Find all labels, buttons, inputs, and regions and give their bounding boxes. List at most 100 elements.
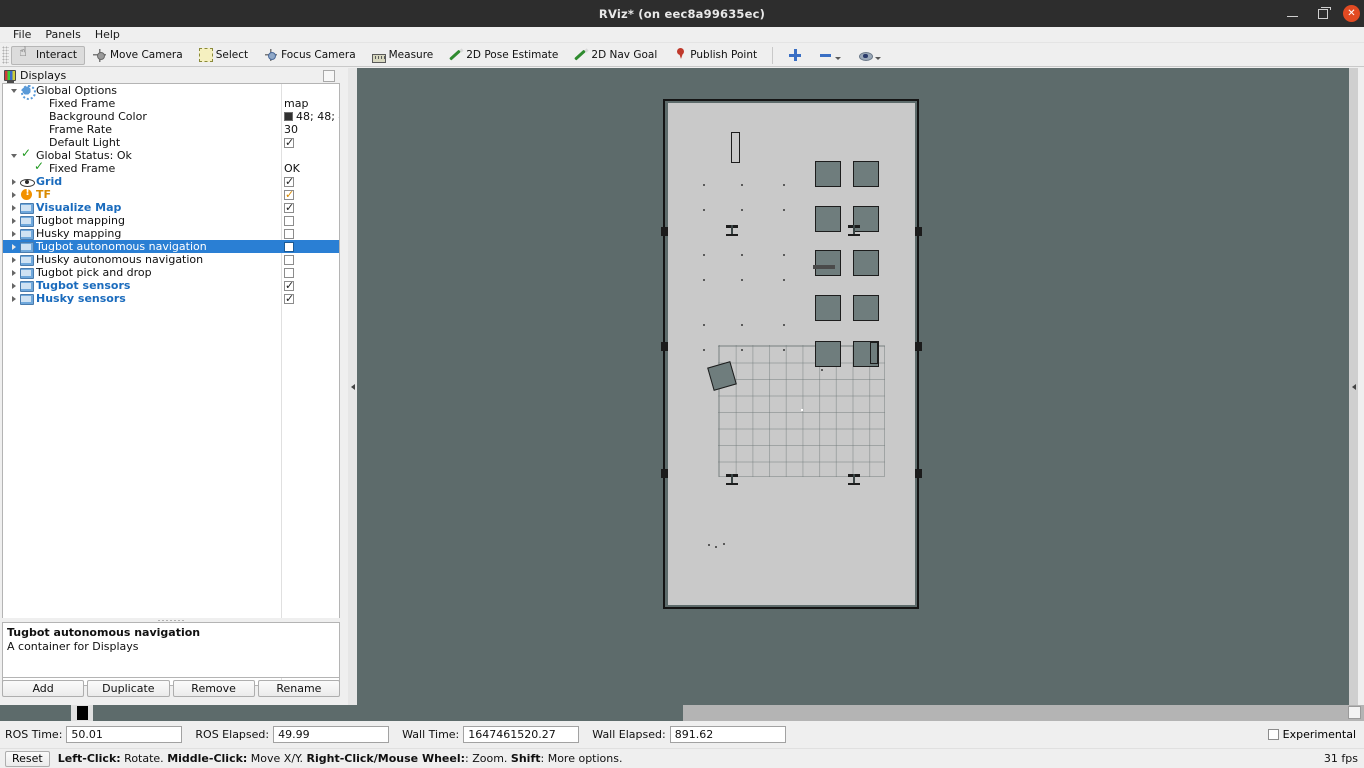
chevron-right-icon[interactable] bbox=[8, 175, 20, 188]
color-swatch[interactable] bbox=[284, 112, 293, 121]
tree-row-checkbox[interactable] bbox=[284, 279, 294, 292]
display-tree-row[interactable]: Global Options bbox=[3, 84, 339, 100]
chevron-right-icon[interactable] bbox=[8, 227, 20, 240]
tree-row-value[interactable] bbox=[284, 136, 294, 149]
tree-row-value[interactable] bbox=[284, 175, 294, 188]
ros-time-field[interactable]: 50.01 bbox=[66, 726, 183, 743]
menu-panels[interactable]: Panels bbox=[38, 27, 87, 42]
display-tree-row[interactable]: TF bbox=[3, 187, 339, 201]
tree-row-checkbox[interactable] bbox=[284, 136, 294, 149]
horizontal-scrollbar[interactable] bbox=[0, 705, 1364, 721]
chevron-down-icon[interactable] bbox=[835, 49, 842, 61]
tree-row-checkbox[interactable] bbox=[284, 254, 294, 265]
display-tree-row[interactable]: Global Status: Ok bbox=[3, 146, 339, 162]
tree-row-value[interactable] bbox=[284, 292, 294, 305]
reset-button[interactable]: Reset bbox=[5, 750, 50, 767]
chevron-right-icon[interactable] bbox=[8, 253, 20, 266]
close-button[interactable]: ✕ bbox=[1343, 5, 1360, 22]
display-tree-row[interactable]: Tugbot pick and drop bbox=[3, 266, 339, 279]
tree-row-value[interactable] bbox=[284, 254, 294, 265]
left-panel-splitter[interactable] bbox=[348, 68, 357, 705]
chevron-right-icon[interactable] bbox=[8, 201, 20, 214]
publish-point-pin-icon bbox=[673, 48, 687, 62]
chevron-right-icon[interactable] bbox=[8, 266, 20, 279]
tree-row-value[interactable] bbox=[284, 228, 294, 239]
display-tree-row[interactable]: Tugbot sensors bbox=[3, 279, 339, 292]
menu-help[interactable]: Help bbox=[88, 27, 127, 42]
chevron-right-icon[interactable] bbox=[8, 214, 20, 227]
scrollbar-trough-right[interactable] bbox=[93, 705, 683, 721]
experimental-checkbox[interactable] bbox=[1267, 729, 1279, 740]
tool-measure[interactable]: Measure bbox=[364, 46, 442, 65]
remove-tool-button[interactable] bbox=[810, 46, 850, 65]
map-noise-speck bbox=[703, 349, 705, 351]
tree-row-checkbox[interactable] bbox=[284, 228, 294, 239]
tree-row-value[interactable] bbox=[284, 279, 294, 292]
folder-icon bbox=[20, 292, 34, 305]
display-tree-row[interactable]: Default Light bbox=[3, 136, 339, 150]
view-tool-button[interactable] bbox=[850, 46, 890, 65]
tool-2d-pose-estimate[interactable]: 2D Pose Estimate bbox=[441, 46, 566, 65]
chevron-right-icon[interactable] bbox=[8, 188, 20, 201]
tree-row-value[interactable] bbox=[284, 201, 294, 214]
panel-float-button[interactable] bbox=[1348, 706, 1361, 719]
tree-no-arrow bbox=[21, 123, 33, 136]
wall-time-field[interactable]: 1647461520.27 bbox=[463, 726, 580, 743]
wall-elapsed-field[interactable]: 891.62 bbox=[669, 726, 786, 743]
tree-no-icon bbox=[33, 97, 46, 110]
display-tree-row[interactable]: Husky mapping bbox=[3, 227, 339, 240]
chevron-down-icon[interactable] bbox=[875, 49, 882, 61]
tree-row-checkbox[interactable] bbox=[284, 292, 294, 305]
display-tree-row[interactable]: Grid bbox=[3, 175, 339, 188]
tool-interact[interactable]: Interact bbox=[11, 45, 85, 65]
rename-display-button[interactable]: Rename bbox=[257, 680, 340, 697]
display-tree-row[interactable]: Frame Rate 30 bbox=[3, 123, 339, 136]
remove-display-button[interactable]: Remove bbox=[172, 680, 255, 697]
chevron-right-icon[interactable] bbox=[8, 240, 20, 253]
chevron-down-icon[interactable] bbox=[8, 84, 20, 97]
tree-row-value[interactable] bbox=[284, 241, 294, 252]
display-tree-row[interactable]: Fixed Frame map bbox=[3, 97, 339, 110]
tree-row-checkbox[interactable] bbox=[284, 241, 294, 252]
tree-row-checkbox[interactable] bbox=[284, 188, 294, 201]
display-tree-row[interactable]: Visualize Map bbox=[3, 201, 339, 214]
tool-focus-camera[interactable]: Focus Camera bbox=[256, 46, 364, 65]
add-display-button[interactable]: Add bbox=[2, 680, 85, 697]
tool-2d-nav-goal[interactable]: 2D Nav Goal bbox=[566, 46, 665, 65]
experimental-toggle[interactable]: Experimental bbox=[1267, 728, 1356, 741]
add-tool-button[interactable] bbox=[780, 46, 810, 65]
ros-elapsed-field[interactable]: 49.99 bbox=[273, 726, 390, 743]
render-view-3d[interactable] bbox=[357, 68, 1349, 705]
float-panel-button[interactable] bbox=[323, 69, 335, 82]
displays-tree[interactable]: Global Options Fixed Frame map Background C… bbox=[2, 83, 340, 686]
tree-row-value[interactable] bbox=[284, 267, 294, 278]
minimize-button[interactable] bbox=[1283, 4, 1303, 24]
display-tree-row[interactable]: Husky sensors bbox=[3, 292, 339, 305]
duplicate-display-button[interactable]: Duplicate bbox=[87, 680, 170, 697]
toolbar-drag-grip[interactable] bbox=[2, 46, 9, 64]
tree-row-checkbox[interactable] bbox=[284, 175, 294, 188]
display-tree-row[interactable]: Background Color 48; 48; 48 bbox=[3, 110, 339, 123]
menu-file[interactable]: File bbox=[6, 27, 38, 42]
tool-move-camera[interactable]: Move Camera bbox=[85, 46, 191, 65]
display-tree-row[interactable]: Tugbot autonomous navigation bbox=[3, 240, 339, 253]
maximize-button[interactable] bbox=[1313, 4, 1333, 24]
display-tree-row[interactable]: Husky autonomous navigation bbox=[3, 253, 339, 266]
display-tree-row[interactable]: Fixed Frame OK bbox=[3, 159, 339, 175]
collapse-right-arrow-icon bbox=[1351, 383, 1356, 390]
tree-row-value[interactable] bbox=[284, 215, 294, 226]
tree-row-checkbox[interactable] bbox=[284, 215, 294, 226]
tree-row-checkbox[interactable] bbox=[284, 201, 294, 214]
scrollbar-thumb[interactable] bbox=[71, 705, 93, 721]
display-tree-row[interactable]: Tugbot mapping bbox=[3, 214, 339, 227]
tree-row-checkbox[interactable] bbox=[284, 267, 294, 278]
tool-select[interactable]: Select bbox=[191, 46, 256, 65]
right-panel-splitter[interactable] bbox=[1349, 68, 1358, 705]
chevron-right-icon[interactable] bbox=[8, 292, 20, 305]
chevron-right-icon[interactable] bbox=[8, 279, 20, 292]
tool-select-label: Select bbox=[215, 49, 249, 61]
scrollbar-trough-left[interactable] bbox=[0, 705, 71, 721]
chevron-down-icon[interactable] bbox=[8, 149, 20, 162]
tree-row-value[interactable] bbox=[284, 188, 294, 201]
tool-publish-point[interactable]: Publish Point bbox=[665, 46, 765, 65]
